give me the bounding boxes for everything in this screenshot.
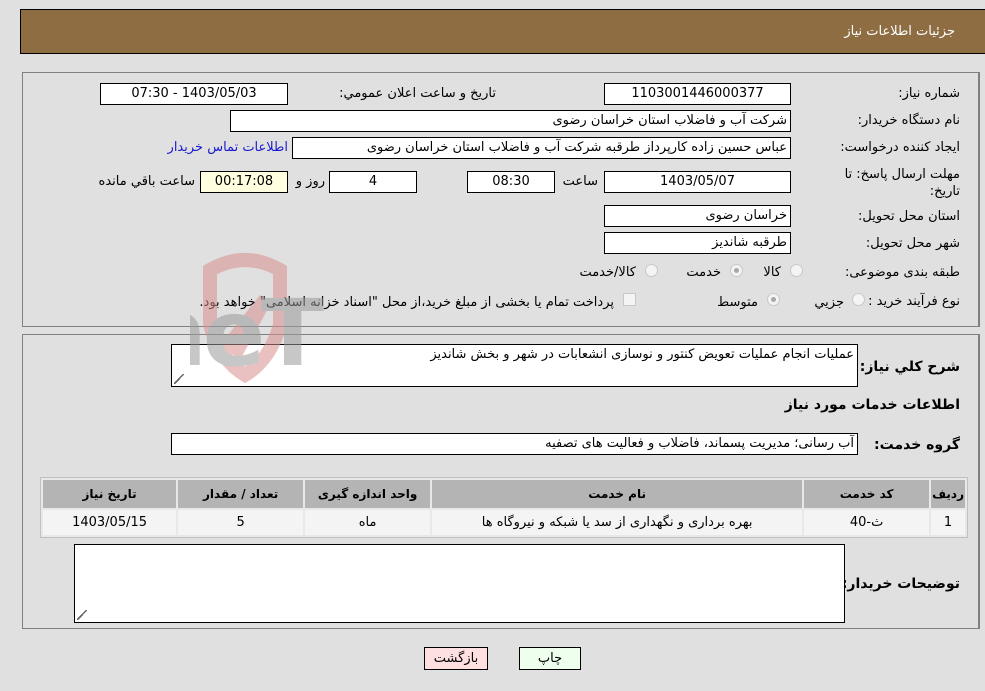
cell-service-code: ث-40 <box>804 510 930 535</box>
remaining-label: ساعت باقي مانده <box>98 174 195 189</box>
col-header-row-number: ردیف <box>931 480 965 508</box>
cell-need-date: 1403/05/15 <box>43 510 177 535</box>
resize-grip-icon[interactable] <box>174 374 184 384</box>
services-section-title: اطلاعات خدمات مورد نیاز <box>784 397 960 413</box>
creator-label: ایجاد کننده درخواست: <box>840 140 960 155</box>
remaining-time-field[interactable]: 00:17:08 <box>200 171 288 193</box>
category-label: طبقه بندی موضوعی: <box>844 265 960 280</box>
col-header-service-code: کد خدمت <box>804 480 930 508</box>
need-number-field[interactable]: 1103001446000377 <box>604 83 791 105</box>
deadline-time-label: ساعت <box>562 174 598 189</box>
page-header: جزئیات اطلاعات نیاز <box>20 9 985 54</box>
process-medium-label: متوسط <box>717 295 758 310</box>
col-header-unit: واحد اندازه گیری <box>305 480 431 508</box>
city-label: شهر محل تحویل: <box>865 236 960 251</box>
description-label: شرح کلي نیاز: <box>859 359 960 375</box>
process-minor-radio[interactable] <box>852 293 865 306</box>
buyer-org-field[interactable]: شرکت آب و فاضلاب استان خراسان رضوی <box>230 110 791 132</box>
need-details-panel: شماره نیاز: 1103001446000377 تاریخ و ساع… <box>22 72 980 327</box>
print-button[interactable]: چاپ <box>519 647 581 670</box>
province-label: استان محل تحویل: <box>858 209 960 224</box>
back-button[interactable]: بازگشت <box>424 647 488 670</box>
table-header-row: ردیف کد خدمت نام خدمت واحد اندازه گیری ت… <box>43 480 965 508</box>
cell-quantity: 5 <box>178 510 304 535</box>
buyer-notes-textarea[interactable] <box>74 544 845 623</box>
city-field[interactable]: طرقبه شاندیز <box>604 232 791 254</box>
days-field[interactable]: 4 <box>329 171 417 193</box>
description-textarea[interactable]: عملیات انجام عملیات تعویض کنتور و نوسازی… <box>171 344 858 387</box>
creator-field[interactable]: عباس حسین زاده کارپرداز طرقبه شرکت آب و … <box>292 137 791 159</box>
category-service-radio[interactable] <box>730 264 743 277</box>
buyer-contact-link[interactable]: اطلاعات تماس خریدار <box>168 140 288 155</box>
province-field[interactable]: خراسان رضوی <box>604 205 791 227</box>
category-goods-service-label: کالا/خدمت <box>579 265 636 280</box>
col-header-quantity: تعداد / مقدار <box>178 480 304 508</box>
deadline-date-field[interactable]: 1403/05/07 <box>604 171 791 193</box>
description-text: عملیات انجام عملیات تعویض کنتور و نوسازی… <box>430 347 854 362</box>
cell-row-number: 1 <box>931 510 965 535</box>
page-title: جزئیات اطلاعات نیاز <box>844 24 955 39</box>
treasury-payment-checkbox[interactable] <box>623 293 636 306</box>
days-label: روز و <box>295 174 325 189</box>
resize-grip-icon[interactable] <box>77 610 87 620</box>
services-panel: شرح کلي نیاز: عملیات انجام عملیات تعویض … <box>22 334 980 629</box>
category-goods-radio[interactable] <box>790 264 803 277</box>
table-row: 1 ث-40 بهره برداری و نگهداری از سد یا شب… <box>43 510 965 535</box>
col-header-service-name: نام خدمت <box>432 480 803 508</box>
cell-service-name: بهره برداری و نگهداری از سد یا شبکه و نی… <box>432 510 803 535</box>
service-group-label: گروه خدمت: <box>874 437 960 453</box>
process-minor-label: جزیي <box>814 295 844 310</box>
service-group-field[interactable]: آب رسانی؛ مدیریت پسماند، فاضلاب و فعالیت… <box>171 433 858 455</box>
need-number-label: شماره نیاز: <box>898 86 960 101</box>
buyer-org-label: نام دستگاه خریدار: <box>857 113 960 128</box>
category-service-label: خدمت <box>686 265 721 280</box>
services-table: ردیف کد خدمت نام خدمت واحد اندازه گیری ت… <box>40 477 968 538</box>
announce-label: تاریخ و ساعت اعلان عمومي: <box>339 86 496 101</box>
buyer-notes-label: توضیحات خریدار: <box>841 576 960 592</box>
treasury-payment-note: پرداخت تمام یا بخشی از مبلغ خرید،از محل … <box>199 295 614 310</box>
category-goods-label: کالا <box>763 265 781 280</box>
cell-unit: ماه <box>305 510 431 535</box>
deadline-time-field[interactable]: 08:30 <box>467 171 555 193</box>
deadline-label: مهلت ارسال پاسخ: تا تاریخ: <box>844 167 960 199</box>
announce-field[interactable]: 1403/05/03 - 07:30 <box>100 83 288 105</box>
process-label: نوع فرآیند خرید : <box>868 294 960 309</box>
col-header-need-date: تاریخ نیاز <box>43 480 177 508</box>
process-medium-radio[interactable] <box>767 293 780 306</box>
category-goods-service-radio[interactable] <box>645 264 658 277</box>
